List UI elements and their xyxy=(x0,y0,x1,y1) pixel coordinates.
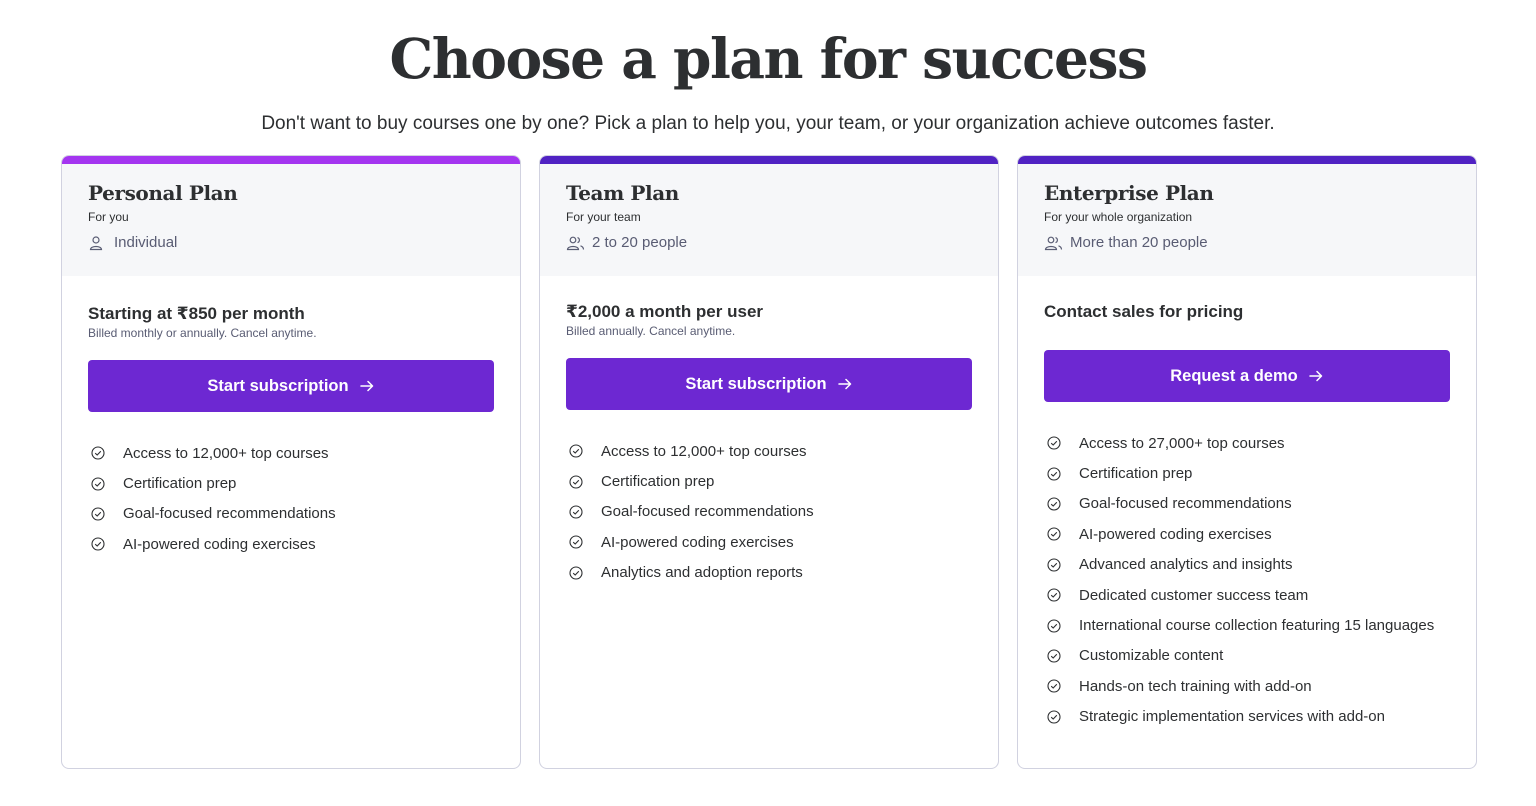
check-circle-icon xyxy=(1044,433,1064,453)
check-circle-icon xyxy=(88,474,108,494)
check-circle-icon xyxy=(566,502,586,522)
feature-item: Access to 27,000+ top courses xyxy=(1044,428,1450,458)
feature-item: AI-powered coding exercises xyxy=(1044,519,1450,549)
check-circle-icon xyxy=(1044,494,1064,514)
plan-accent-bar xyxy=(62,156,520,164)
plan-header: Team Plan For your team 2 to 20 people xyxy=(540,164,998,276)
arrow-right-icon xyxy=(837,376,853,392)
cta-label: Start subscription xyxy=(685,374,827,393)
plan-header: Enterprise Plan For your whole organizat… xyxy=(1018,164,1476,276)
plan-name: Enterprise Plan xyxy=(1044,181,1214,205)
feature-item: Certification prep xyxy=(566,466,972,496)
plan-card-team: Team Plan For your team 2 to 20 people ₹… xyxy=(539,155,999,769)
feature-item: AI-powered coding exercises xyxy=(566,527,972,557)
feature-list: Access to 27,000+ top courses Certificat… xyxy=(1044,428,1450,732)
feature-item: AI-powered coding exercises xyxy=(88,529,494,559)
arrow-right-icon xyxy=(1308,368,1324,384)
plan-price-note: Billed monthly or annually. Cancel anyti… xyxy=(88,326,317,340)
check-circle-icon xyxy=(1044,464,1064,484)
page-subtitle: Don't want to buy courses one by one? Pi… xyxy=(261,113,1275,134)
plan-audience: For your team xyxy=(566,210,641,224)
check-circle-icon xyxy=(88,504,108,524)
plan-size: More than 20 people xyxy=(1044,234,1450,252)
check-circle-icon xyxy=(1044,616,1064,636)
request-demo-button[interactable]: Request a demo xyxy=(1044,350,1450,402)
plan-size: Individual xyxy=(88,234,494,252)
start-subscription-button[interactable]: Start subscription xyxy=(88,360,494,412)
plan-price-note: Billed annually. Cancel anytime. xyxy=(566,324,736,338)
plan-name: Team Plan xyxy=(566,181,679,205)
check-circle-icon xyxy=(1044,676,1064,696)
plan-audience: For your whole organization xyxy=(1044,210,1193,224)
check-circle-icon xyxy=(566,441,586,461)
plan-accent-bar xyxy=(540,156,998,164)
plan-price: Contact sales for pricing xyxy=(1044,302,1244,321)
feature-item: Strategic implementation services with a… xyxy=(1044,702,1450,732)
plan-name: Personal Plan xyxy=(88,181,238,205)
check-circle-icon xyxy=(88,443,108,463)
arrow-right-icon xyxy=(359,378,375,394)
person-icon xyxy=(88,234,110,252)
plan-price: ₹2,000 a month per user xyxy=(566,302,764,321)
check-circle-icon xyxy=(1044,707,1064,727)
feature-item: Access to 12,000+ top courses xyxy=(88,438,494,468)
check-circle-icon xyxy=(1044,585,1064,605)
feature-item: Goal-focused recommendations xyxy=(1044,489,1450,519)
plan-size-label: 2 to 20 people xyxy=(592,234,688,251)
plan-card-enterprise: Enterprise Plan For your whole organizat… xyxy=(1017,155,1477,769)
feature-item: Advanced analytics and insights xyxy=(1044,550,1450,580)
plan-price: Starting at ₹850 per month xyxy=(88,304,305,323)
feature-item: Certification prep xyxy=(1044,458,1450,488)
feature-item: Goal-focused recommendations xyxy=(88,499,494,529)
feature-item: Hands-on tech training with add-on xyxy=(1044,671,1450,701)
feature-item: Dedicated customer success team xyxy=(1044,580,1450,610)
check-circle-icon xyxy=(566,563,586,583)
plan-size-label: More than 20 people xyxy=(1070,234,1208,251)
cta-label: Start subscription xyxy=(207,376,349,395)
feature-item: Access to 12,000+ top courses xyxy=(566,436,972,466)
plan-header: Personal Plan For you Individual xyxy=(62,164,520,276)
plan-size: 2 to 20 people xyxy=(566,234,972,252)
check-circle-icon xyxy=(88,534,108,554)
feature-item: Goal-focused recommendations xyxy=(566,497,972,527)
check-circle-icon xyxy=(1044,646,1064,666)
feature-item: Customizable content xyxy=(1044,641,1450,671)
feature-item: Certification prep xyxy=(88,468,494,498)
people-icon xyxy=(1044,234,1066,252)
plan-accent-bar xyxy=(1018,156,1476,164)
plan-card-personal: Personal Plan For you Individual Startin… xyxy=(61,155,521,769)
check-circle-icon xyxy=(1044,555,1064,575)
feature-item: Analytics and adoption reports xyxy=(566,558,972,588)
check-circle-icon xyxy=(566,472,586,492)
page-title: Choose a plan for success xyxy=(389,26,1148,91)
check-circle-icon xyxy=(566,532,586,552)
check-circle-icon xyxy=(1044,524,1064,544)
feature-list: Access to 12,000+ top courses Certificat… xyxy=(88,438,494,560)
plan-size-label: Individual xyxy=(114,234,178,251)
cta-label: Request a demo xyxy=(1170,366,1298,385)
feature-list: Access to 12,000+ top courses Certificat… xyxy=(566,436,972,588)
people-icon xyxy=(566,234,588,252)
start-subscription-button[interactable]: Start subscription xyxy=(566,358,972,410)
plan-audience: For you xyxy=(88,210,129,224)
feature-item: International course collection featurin… xyxy=(1044,610,1450,640)
